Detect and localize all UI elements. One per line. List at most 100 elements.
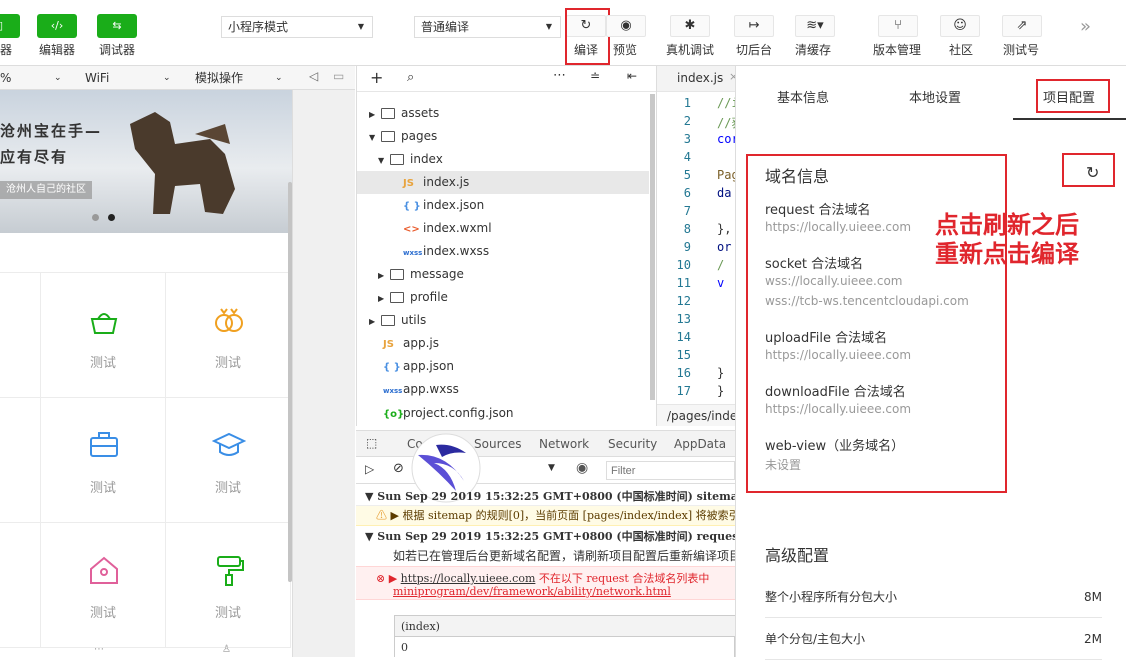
advanced-row: 整个小程序所有分包大小 8M (765, 576, 1102, 618)
line-number: 10 (676, 258, 691, 272)
network-value: WiFi (85, 71, 110, 85)
grid-cell-label: 测试 (214, 481, 241, 496)
banner[interactable]: 沧州宝在手— 应有尽有 沧州人自己的社区 (0, 90, 292, 233)
grid-cell[interactable] (0, 273, 41, 398)
operation-select[interactable]: 模拟操作 ⌄ (195, 69, 290, 87)
console-error[interactable]: ⊗ ▶ https://locally.uieee.com 不在以下 reque… (356, 566, 735, 600)
download-domain-label: downloadFile 合法域名 (765, 385, 906, 400)
line-number: 11 (676, 276, 691, 290)
statue-image (130, 112, 235, 214)
tree-item-profile[interactable]: ▶ profile (357, 286, 649, 309)
simulator-label: 器 (0, 43, 13, 57)
socket-domain-label: socket 合法域名 (765, 257, 864, 272)
eye-icon[interactable]: ◉ (576, 460, 588, 476)
compile-select[interactable]: 普通编译 ▼ (414, 16, 561, 38)
tree-item-index-js[interactable]: JS index.js (357, 171, 649, 194)
grid-cell[interactable]: 测试 (41, 398, 166, 523)
more-icon[interactable]: ⋯ (553, 68, 566, 83)
add-icon[interactable]: + (370, 68, 383, 87)
tree-item-index-folder[interactable]: ▼ index (357, 148, 649, 171)
clear-cache-button[interactable]: ≋▾ (795, 15, 835, 37)
sidebar-toggle-icon[interactable]: ▷ (365, 462, 374, 476)
tree-item-app-wxss[interactable]: wxssapp.wxss (357, 378, 649, 401)
version-button[interactable]: ⑂ (878, 15, 918, 37)
more-chevron-icon[interactable]: » (1080, 16, 1091, 37)
refresh-icon[interactable]: ↻ (1086, 163, 1099, 182)
error-link[interactable]: https://locally.uieee.com (401, 572, 536, 585)
grid-cell[interactable]: 测试 (166, 273, 291, 398)
console-log-group[interactable]: ▼ Sun Sep 29 2019 15:32:25 GMT+0800 (中国标… (356, 487, 735, 506)
community-button[interactable]: ☺ (940, 15, 980, 37)
console-warning[interactable]: ⚠ ▶ 根据 sitemap 的规则[0]，当前页面 [pages/index/… (356, 506, 735, 526)
chevron-down-icon: ⌄ (275, 73, 283, 83)
tree-item-utils[interactable]: ▶ utils (357, 309, 649, 332)
tab-network[interactable]: Network (539, 437, 589, 451)
tree-item-index-wxss[interactable]: wxssindex.wxss (357, 240, 649, 263)
grid-cell[interactable]: 测试 (166, 398, 291, 523)
switch-bg-button[interactable]: ↦ (734, 15, 774, 37)
code-line: //in (717, 96, 735, 110)
banner-title: 沧州宝在手— (0, 122, 103, 140)
debugger-toggle-button[interactable]: ⇆ (97, 14, 137, 38)
tree-item-pages[interactable]: ▼ pages (357, 125, 649, 148)
tree-item-assets[interactable]: ▶ assets (357, 102, 649, 125)
json-file-icon: { } (403, 201, 421, 212)
zoom-select[interactable]: % ⌄ (0, 69, 70, 87)
editor-toggle-button[interactable]: ‹/› (37, 14, 77, 38)
tab-basic-info[interactable]: 基本信息 (777, 87, 829, 106)
editor-tab[interactable]: index.js × (657, 66, 735, 92)
editor-label: 编辑器 (39, 43, 76, 57)
tab-local-settings[interactable]: 本地设置 (909, 87, 961, 106)
grid-cell[interactable]: 测试 (41, 523, 166, 648)
editor-tab-label: index.js (677, 71, 724, 85)
user-icon[interactable]: ♙ (222, 644, 231, 655)
tree-item-label: index.wxss (423, 244, 490, 258)
simulator-toggle-button[interactable]: ▯ (0, 14, 20, 38)
tree-item-index-json[interactable]: { } index.json (357, 194, 649, 217)
preview-button[interactable]: ◉ (606, 15, 646, 37)
test-account-button[interactable]: ⇗ (1002, 15, 1042, 37)
clear-cache-label: 清缓存 (795, 43, 832, 57)
folder-icon (381, 108, 395, 119)
console-table: (index) 0 (394, 615, 735, 657)
tab-appdata[interactable]: AppData (674, 437, 726, 451)
remote-debug-button[interactable]: ✱ (670, 15, 710, 37)
tree-item-app-json[interactable]: { } app.json (357, 355, 649, 378)
tree-item-message[interactable]: ▶ message (357, 263, 649, 286)
grid-cell[interactable] (0, 523, 41, 648)
grid-cell[interactable]: 测试 (166, 523, 291, 648)
inspect-icon[interactable]: ⬚ (366, 436, 377, 450)
sort-icon[interactable]: ≐ (590, 69, 600, 83)
webview-domain-value: 未设置 (765, 458, 802, 472)
grid-cell[interactable]: 测试 (41, 273, 166, 398)
caret-down-icon[interactable]: ▼ (548, 463, 555, 473)
window-icon[interactable]: ▭ (333, 69, 344, 83)
caret-down-icon: ▼ (365, 490, 378, 503)
test-account-label: 测试号 (1003, 43, 1040, 57)
tree-scrollbar[interactable] (650, 94, 655, 400)
filter-input[interactable] (606, 461, 735, 480)
carousel-dot-active[interactable] (108, 214, 115, 221)
tree-item-app-js[interactable]: JS app.js (357, 332, 649, 355)
tree-item-index-wxml[interactable]: <> index.wxml (357, 217, 649, 240)
domain-info-title: 域名信息 (765, 167, 830, 186)
console-log-group[interactable]: ▼ Sun Sep 29 2019 15:32:25 GMT+0800 (中国标… (356, 527, 735, 546)
tab-security[interactable]: Security (608, 437, 657, 451)
search-icon[interactable]: ⌕ (407, 70, 414, 85)
collapse-icon[interactable]: ⇤ (627, 69, 637, 83)
carousel-dot[interactable] (92, 214, 99, 221)
simulator-scrollbar[interactable] (288, 182, 292, 582)
chat-icon[interactable]: ⋯ (94, 644, 104, 655)
tree-item-project-config[interactable]: {o}project.config.json (357, 402, 649, 425)
table-cell: 0 (401, 641, 408, 654)
error-doc-link[interactable]: miniprogram/dev/framework/ability/networ… (393, 585, 671, 598)
mode-select[interactable]: 小程序模式 ▼ (221, 16, 373, 38)
caret-down-icon: ▼ (357, 22, 364, 31)
line-number: 12 (676, 294, 691, 308)
volume-icon[interactable]: ◁ (309, 69, 318, 83)
network-select[interactable]: WiFi ⌄ (85, 69, 175, 87)
tree-item-label: index.js (423, 175, 470, 189)
grid-cell[interactable] (0, 398, 41, 523)
clear-icon[interactable]: ⊘ (393, 461, 404, 476)
tree-item-label: utils (401, 313, 427, 327)
